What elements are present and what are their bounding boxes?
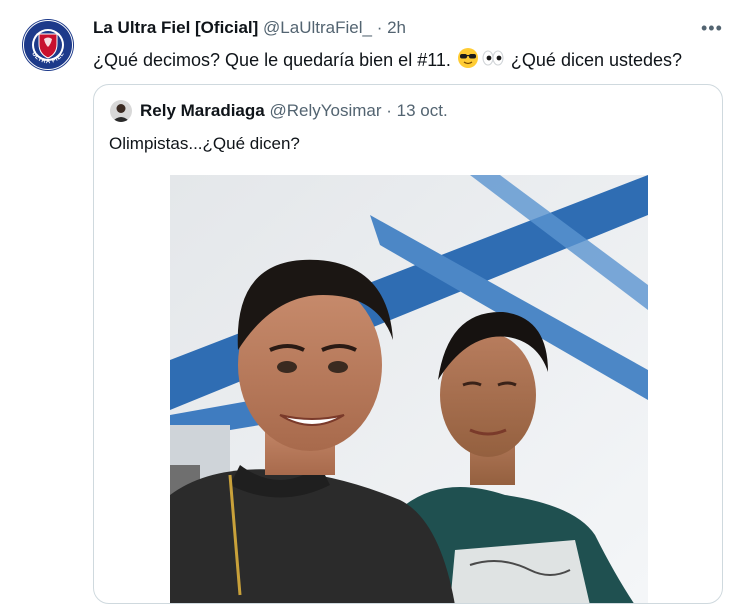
tweet-text-part1: ¿Qué decimos? Que le quedaría bien el #1… bbox=[93, 50, 451, 70]
more-options-icon[interactable]: ••• bbox=[701, 17, 723, 39]
author-avatar[interactable]: ULTRA FIEL bbox=[21, 18, 75, 72]
quoted-author-avatar[interactable] bbox=[110, 100, 132, 122]
separator-dot: · bbox=[376, 18, 383, 37]
quoted-separator-dot: · bbox=[386, 101, 392, 120]
eyes-icon bbox=[481, 47, 505, 75]
quoted-tweet[interactable]: Rely Maradiaga @RelyYosimar · 13 oct. Ol… bbox=[93, 84, 723, 604]
ultra-fiel-logo: ULTRA FIEL bbox=[22, 19, 74, 71]
author-name[interactable]: La Ultra Fiel [Oficial] bbox=[93, 18, 258, 37]
quoted-author-name[interactable]: Rely Maradiaga bbox=[140, 101, 265, 120]
author-handle[interactable]: @LaUltraFiel_ bbox=[263, 18, 372, 37]
tweet-header: La Ultra Fiel [Oficial] @LaUltraFiel_ · … bbox=[93, 17, 406, 39]
tweet-text: ¿Qué decimos? Que le quedaría bien el #1… bbox=[93, 47, 682, 75]
sunglasses-face-icon bbox=[457, 47, 479, 75]
tweet-time[interactable]: 2h bbox=[387, 18, 406, 37]
quoted-date[interactable]: 13 oct. bbox=[397, 101, 448, 120]
quoted-photo[interactable] bbox=[170, 175, 648, 603]
quoted-author-handle[interactable]: @RelyYosimar bbox=[269, 101, 381, 120]
quoted-header: Rely Maradiaga @RelyYosimar · 13 oct. bbox=[140, 100, 448, 122]
tweet-text-part2: ¿Qué dicen ustedes? bbox=[510, 50, 683, 70]
quoted-text: Olimpistas...¿Qué dicen? bbox=[109, 134, 300, 153]
